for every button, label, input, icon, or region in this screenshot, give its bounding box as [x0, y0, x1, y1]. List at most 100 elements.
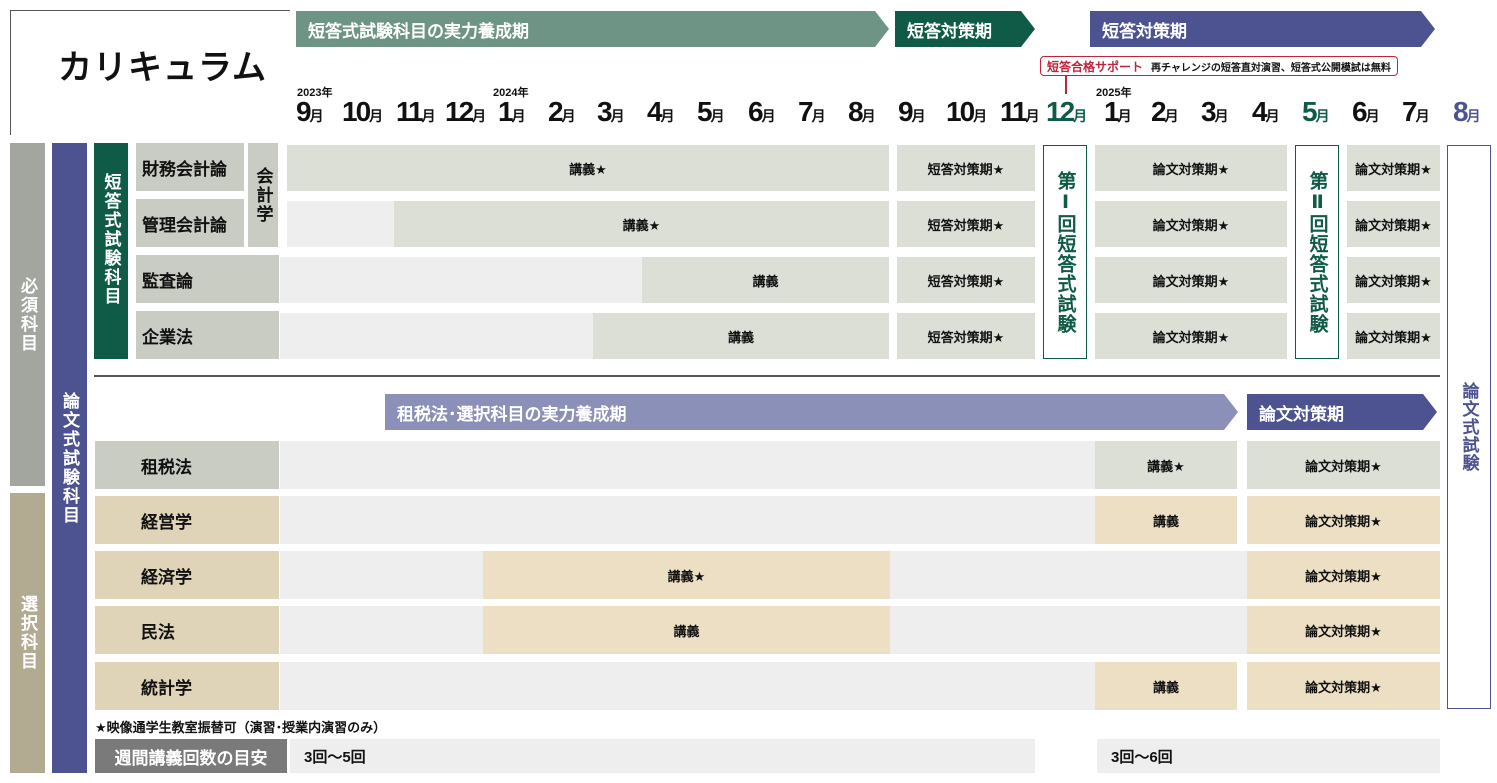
month-unit: 月: [561, 108, 576, 124]
bar-auditing-lecture: 講義: [642, 257, 889, 303]
cell-label: 論文対策期★: [1355, 273, 1432, 289]
cell-label: 短答対策期★: [927, 273, 1005, 289]
cell-label: 講義: [727, 329, 754, 345]
subject-label: 企業法: [142, 327, 193, 347]
cell-label: 短答対策期★: [927, 329, 1005, 345]
subject-label: 統計学: [141, 678, 192, 698]
month-label-18: 3月: [1201, 98, 1229, 126]
bar-civil-empty-1: [280, 606, 483, 654]
month-unit: 月: [369, 108, 384, 124]
month-label-17: 2月: [1151, 98, 1179, 126]
month-number: 8: [848, 96, 864, 127]
month-unit: 月: [421, 108, 436, 124]
month-unit: 月: [1164, 108, 1179, 124]
support-pointer-line: [1065, 76, 1067, 94]
bar-corporate-empty: [280, 313, 593, 359]
month-number: 9: [898, 96, 914, 127]
month-unit: 月: [1214, 108, 1229, 124]
phase-short-prep-1: 短答対策期: [895, 11, 1035, 47]
bar-corporate-essay-1: 論文対策期★: [1095, 313, 1287, 359]
cell-label: 論文対策期★: [1355, 329, 1432, 345]
cell-label: 論文対策期★: [1355, 161, 1432, 177]
required-subjects-band: 必須科目: [10, 143, 45, 486]
exam-short-2-label: 第Ⅱ回短答式試験: [1306, 170, 1328, 334]
cell-label: 論文対策期★: [1305, 513, 1382, 529]
month-unit: 月: [1315, 108, 1330, 124]
bar-economics-essay: 論文対策期★: [1247, 551, 1440, 599]
bar-management-essay-2: 論文対策期★: [1347, 201, 1440, 247]
month-label-20: 5月: [1302, 98, 1330, 126]
month-number: 1: [1104, 96, 1120, 127]
month-unit: 月: [511, 108, 526, 124]
month-unit: 月: [1117, 108, 1132, 124]
month-unit: 月: [710, 108, 725, 124]
month-unit: 月: [309, 108, 324, 124]
essay-subjects-band: 論文式試験科目: [52, 143, 87, 773]
month-label-6: 3月: [597, 98, 625, 126]
subject-label: 監査論: [142, 271, 193, 291]
month-unit: 月: [1365, 108, 1380, 124]
bar-economics-empty-2: [890, 551, 1247, 599]
cell-label: 論文対策期★: [1305, 623, 1382, 639]
bar-statistics-lecture: 講義: [1095, 662, 1237, 710]
support-title: 短答合格サポート: [1047, 59, 1144, 74]
phase-essay-prep-label: 論文対策期: [1259, 404, 1344, 424]
subject-management-accounting: 管理会計論: [136, 199, 244, 247]
month-label-3: 12月: [445, 98, 486, 126]
month-label-5: 2月: [548, 98, 576, 126]
cell-label: 講義: [752, 273, 779, 289]
cell-label: 論文対策期★: [1305, 458, 1382, 474]
bar-statistics-empty: [280, 662, 1095, 710]
weekly-second-value: 3回～6回: [1111, 748, 1173, 766]
bar-economics-lecture: 講義★: [483, 551, 890, 599]
cell-label: 講義: [1152, 679, 1179, 695]
month-unit: 月: [1466, 108, 1481, 124]
month-label-0: 9月: [296, 98, 324, 126]
month-number: 4: [647, 96, 663, 127]
subject-auditing: 監査論: [136, 255, 279, 303]
cell-label: 論文対策期★: [1152, 161, 1230, 177]
short-pass-support-callout: 短答合格サポート 再チャレンジの短答直対演習、短答式公開模試は無料: [1040, 56, 1398, 76]
subject-financial-accounting: 財務会計論: [136, 143, 244, 191]
month-number: 10: [946, 96, 975, 127]
exam-short-1-label: 第Ⅰ回短答式試験: [1054, 170, 1076, 334]
month-label-21: 6月: [1352, 98, 1380, 126]
cell-label: 論文対策期★: [1305, 679, 1382, 695]
bar-business-essay: 論文対策期★: [1247, 496, 1440, 544]
month-number: 12: [1046, 96, 1075, 127]
month-label-7: 4月: [647, 98, 675, 126]
month-number: 12: [445, 96, 474, 127]
cell-label: 講義: [673, 623, 700, 639]
phase-essay-build-label: 租税法･選択科目の実力養成期: [397, 404, 627, 424]
month-label-16: 1月: [1104, 98, 1132, 126]
month-number: 7: [798, 96, 814, 127]
month-header: 9月 10月 11月 12月 1月 2月 3月 4月 5月 6月 7月 8月 9月 10月 11月 12月 1月…: [0, 98, 1497, 134]
month-label-1: 10月: [342, 98, 383, 126]
month-unit: 月: [1073, 108, 1088, 124]
month-number: 4: [1252, 96, 1268, 127]
cell-label: 短答対策期★: [927, 161, 1005, 177]
exam-short-1: 第Ⅰ回短答式試験: [1043, 145, 1087, 359]
subject-label: 租税法: [141, 457, 192, 477]
month-unit: 月: [861, 108, 876, 124]
bar-corporate-essay-2: 論文対策期★: [1347, 313, 1440, 359]
month-number: 10: [342, 96, 371, 127]
bar-civil-essay: 論文対策期★: [1247, 606, 1440, 654]
month-number: 8: [1453, 96, 1469, 127]
accounting-label: 会計学: [253, 166, 273, 224]
month-unit: 月: [610, 108, 625, 124]
month-label-12: 9月: [898, 98, 926, 126]
month-label-2: 11月: [396, 98, 436, 126]
weekly-first-value: 3回～5回: [304, 748, 366, 766]
elective-subjects-label: 選択科目: [18, 595, 37, 671]
exam-short-2: 第Ⅱ回短答式試験: [1295, 145, 1339, 359]
month-number: 7: [1402, 96, 1418, 127]
subject-economics: 経済学: [95, 551, 279, 599]
cell-label: 講義★: [569, 161, 607, 177]
month-unit: 月: [973, 108, 988, 124]
bar-auditing-empty: [280, 257, 642, 303]
bar-financial-lecture: 講義★: [287, 145, 889, 191]
subject-label: 管理会計論: [142, 215, 227, 235]
weekly-lectures-first: 3回～5回: [290, 739, 1035, 773]
cell-label: 講義★: [667, 568, 706, 584]
